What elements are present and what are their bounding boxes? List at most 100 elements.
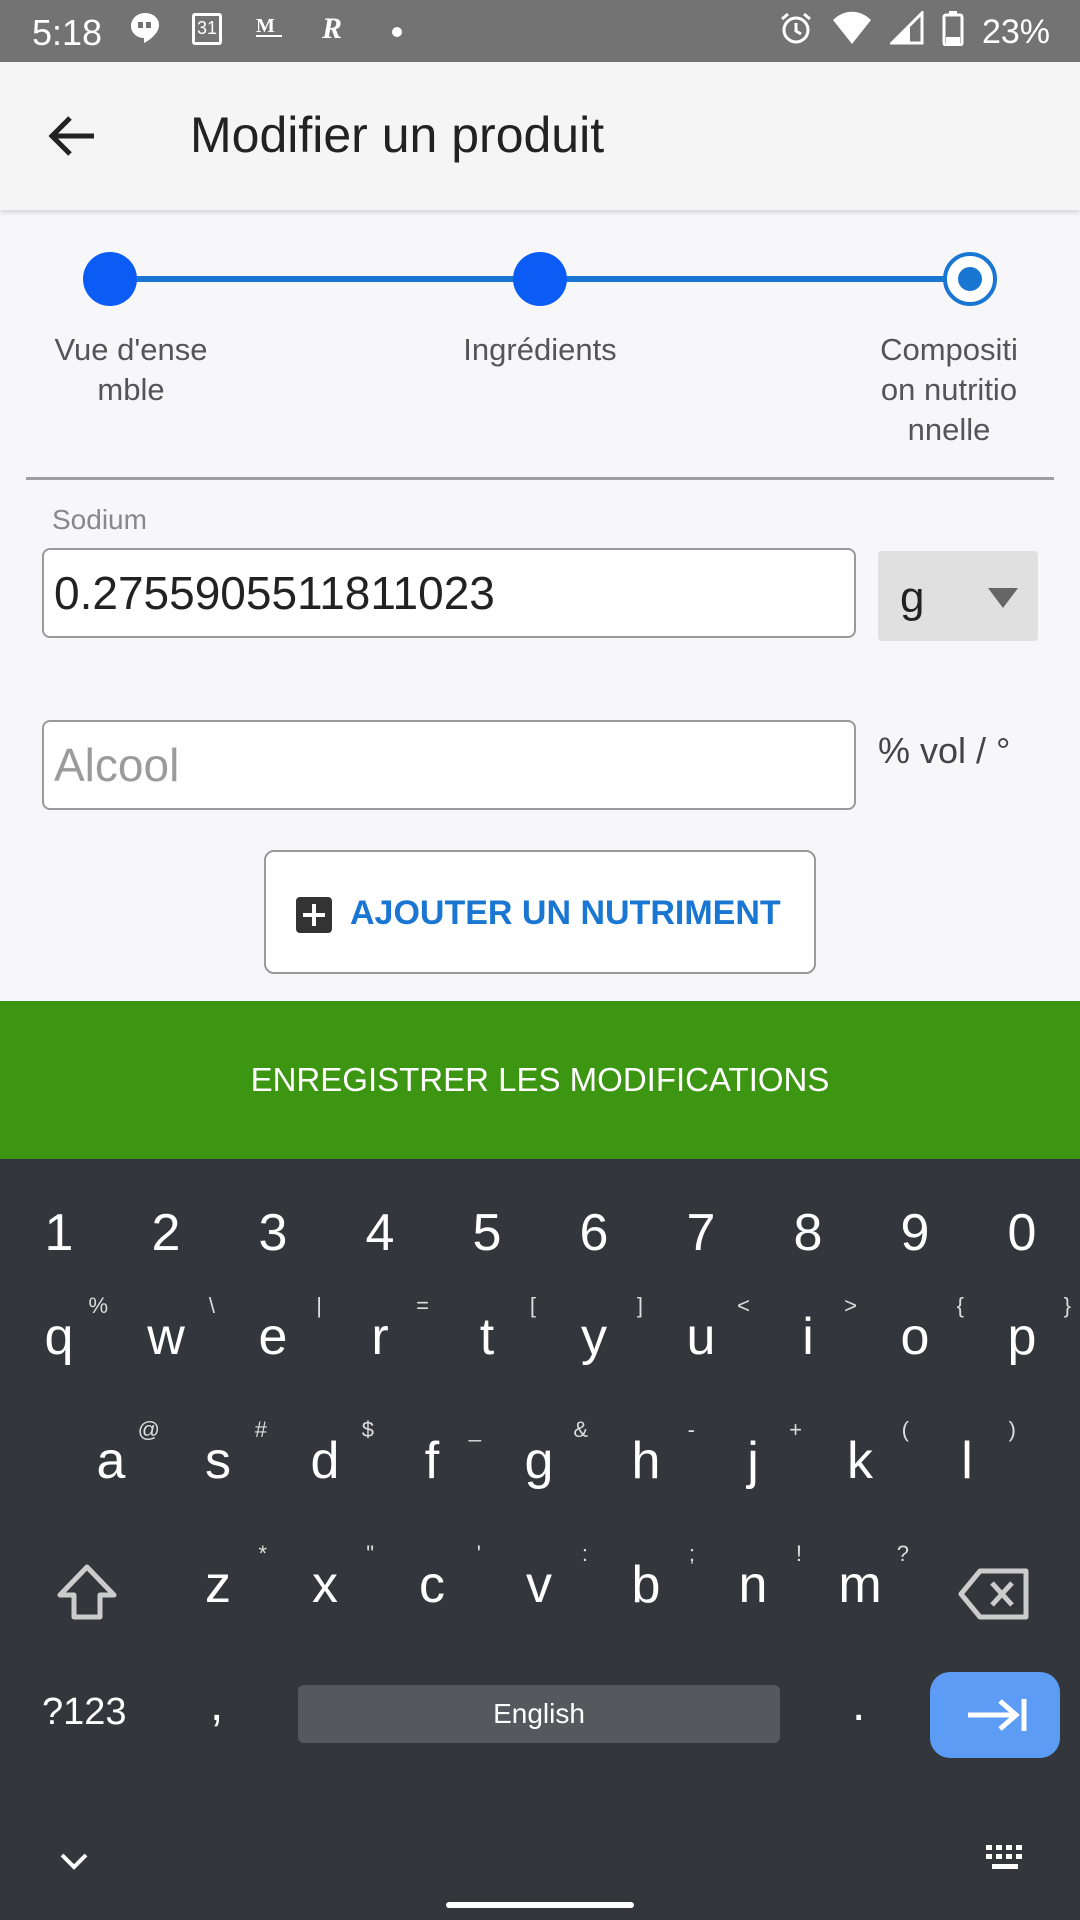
key-z[interactable]: z * [173,1541,267,1615]
step-nutrition-label[interactable]: Compositi on nutritio nnelle [849,330,1049,450]
key-t[interactable]: t[ [442,1293,536,1367]
keyboard-switch-icon[interactable] [984,1843,1028,1877]
key-x[interactable]: x " [280,1541,374,1615]
next-field-key[interactable] [930,1672,1060,1758]
step-overview-label[interactable]: Vue d'ense mble [31,330,231,410]
key-e[interactable]: e | [228,1293,322,1367]
comma-key[interactable]: , [210,1677,223,1732]
key-5[interactable]: 5 [442,1203,532,1263]
sodium-label: Sodium [52,504,147,535]
symbols-key[interactable]: ?123 [42,1691,127,1734]
key-e-hint: | [316,1293,322,1318]
key-7[interactable]: 7 [656,1203,746,1263]
key-q[interactable]: q% [14,1293,108,1367]
shift-icon[interactable] [52,1559,122,1629]
key-c[interactable]: c ' [387,1541,481,1615]
sodium-unit-select[interactable]: g [878,551,1038,641]
wifi-icon [832,11,872,54]
key-0[interactable]: 0 [977,1203,1067,1263]
svg-text:R: R [321,12,342,44]
key-n[interactable]: n! [708,1541,802,1615]
key-3[interactable]: 3 [228,1203,318,1263]
gmail-icon: M [252,12,286,46]
step-nutrition-dot[interactable] [943,252,997,306]
key-d[interactable]: d $ [280,1417,374,1491]
key-w-hint: \ [208,1293,215,1318]
key-n-label: n [738,1556,768,1614]
key-v[interactable]: v: [494,1541,588,1615]
key-r[interactable]: r = [335,1293,429,1367]
key-4[interactable]: 4 [335,1203,425,1263]
key-3-label: 3 [258,1204,288,1262]
key-1[interactable]: 1 [14,1203,104,1263]
hide-keyboard-icon[interactable] [56,1849,92,1873]
key-j-hint: + [789,1417,802,1442]
key-g-label: g [524,1432,554,1490]
key-h-hint: - [687,1417,695,1442]
back-arrow-icon[interactable] [44,106,104,166]
add-nutrient-label: AJOUTER UN NUTRIMENT [350,894,781,932]
key-r-hint: = [416,1293,429,1318]
key-p-hint: } [1063,1293,1071,1318]
key-o[interactable]: o{ [870,1293,964,1367]
key-9[interactable]: 9 [870,1203,960,1263]
key-q-hint: % [88,1293,108,1318]
add-nutrient-button[interactable]: AJOUTER UN NUTRIMENT [264,850,816,974]
key-5-label: 5 [472,1204,502,1262]
key-a[interactable]: a @ [66,1417,160,1491]
system-icons: 23% [778,9,1050,55]
key-o-hint: { [956,1293,964,1318]
sodium-input[interactable]: 0.2755905511811023 [42,548,856,638]
hangouts-icon [128,12,162,46]
key-g[interactable]: g & [494,1417,588,1491]
key-2[interactable]: 2 [121,1203,211,1263]
key-y[interactable]: y] [549,1293,643,1367]
add-box-icon [296,897,332,933]
key-m[interactable]: m? [815,1541,909,1615]
key-6[interactable]: 6 [549,1203,639,1263]
step-ingredients-label[interactable]: Ingrédients [440,330,640,370]
key-8-label: 8 [793,1204,823,1262]
key-p-label: p [1007,1308,1037,1366]
key-y-hint: ] [636,1293,643,1318]
gesture-nav-handle[interactable] [446,1902,634,1908]
save-changes-button[interactable]: ENREGISTRER LES MODIFICATIONS [0,1001,1080,1159]
key-l[interactable]: l) [922,1417,1016,1491]
alcool-input[interactable]: Alcool [42,720,856,810]
key-c-label: c [419,1556,445,1614]
key-s[interactable]: s # [173,1417,267,1491]
key-t-hint: [ [529,1293,536,1318]
key-h[interactable]: h- [601,1417,695,1491]
key-b[interactable]: b; [601,1541,695,1615]
battery-percent: 23% [981,13,1050,51]
key-w[interactable]: w \ [121,1293,215,1367]
key-i-hint: > [844,1293,857,1318]
key-h-label: h [631,1432,661,1490]
key-p[interactable]: p} [977,1293,1071,1367]
step-ingredients-dot[interactable] [513,252,567,306]
key-s-hint: # [254,1417,267,1442]
period-key[interactable]: . [852,1677,865,1732]
key-m-label: m [838,1556,882,1614]
key-8[interactable]: 8 [763,1203,853,1263]
key-f[interactable]: f _ [387,1417,481,1491]
step-overview-dot[interactable] [83,252,137,306]
key-z-label: z [205,1556,231,1614]
key-w-label: w [147,1308,185,1366]
key-u[interactable]: u < [656,1293,750,1367]
key-i-label: i [802,1308,814,1366]
key-7-label: 7 [686,1204,716,1262]
notification-icons: 31 M R [128,12,414,46]
space-bar[interactable]: English [298,1685,780,1743]
key-k[interactable]: k( [815,1417,909,1491]
key-1-label: 1 [44,1204,74,1262]
key-y-label: y [581,1308,607,1366]
key-j[interactable]: j + [708,1417,802,1491]
dot-icon [380,12,414,46]
key-9-label: 9 [900,1204,930,1262]
key-c-hint: ' [476,1541,481,1566]
key-i[interactable]: i > [763,1293,857,1367]
backspace-icon[interactable] [958,1567,1030,1621]
r-app-icon: R [316,12,350,46]
key-v-label: v [526,1556,552,1614]
